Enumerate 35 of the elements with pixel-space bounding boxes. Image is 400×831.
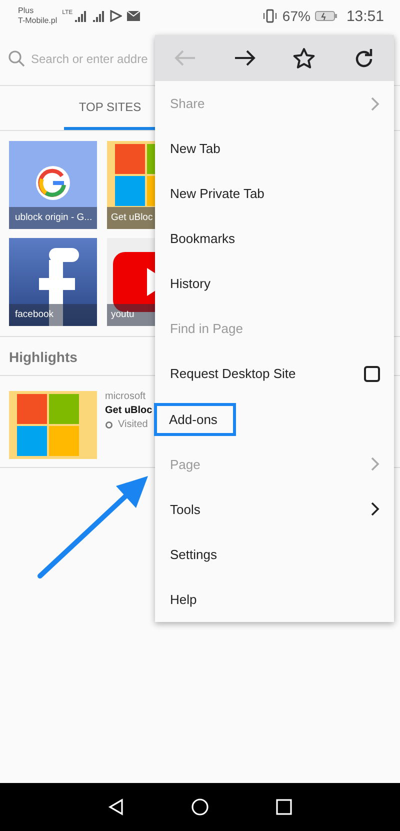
menu-item[interactable]: New Tab <box>170 141 220 156</box>
menu-item[interactable]: Bookmarks <box>170 231 236 246</box>
home-icon[interactable] <box>191 798 209 816</box>
search-icon <box>8 50 25 67</box>
checkbox[interactable] <box>364 366 380 382</box>
clock: 13:51 <box>346 8 384 24</box>
menu-item[interactable]: Request Desktop Site <box>170 366 296 382</box>
star-icon[interactable] <box>292 46 316 69</box>
signal-icon <box>92 10 105 22</box>
menu-item[interactable]: History <box>170 276 210 292</box>
back-icon[interactable] <box>108 798 124 816</box>
vibrate-icon <box>263 9 278 23</box>
menu-item[interactable]: Help <box>170 592 197 607</box>
menu-item[interactable]: Add-ons <box>154 402 236 436</box>
battery-icon <box>315 10 338 22</box>
battery-percent: 67% <box>282 8 310 24</box>
menu-item[interactable]: Settings <box>170 546 217 562</box>
play-icon <box>110 10 122 22</box>
tile-label[interactable]: facebook <box>9 304 97 326</box>
highlight-title[interactable]: Get uBloc <box>105 405 152 416</box>
menu-item[interactable]: New Private Tab <box>170 186 264 202</box>
mail-icon <box>126 10 140 22</box>
signal-icon <box>74 10 87 22</box>
tile-label[interactable]: youtu <box>107 304 155 326</box>
visited-icon <box>105 420 113 428</box>
carrier-name: T-Mobile.pl <box>18 16 58 26</box>
section-title: Highlights <box>8 348 78 367</box>
search-field[interactable]: Search or enter addre <box>31 52 151 66</box>
visited-label: Visited <box>118 419 148 430</box>
recents-icon[interactable] <box>276 799 292 815</box>
carrier-name: Plus <box>18 6 35 16</box>
menu-item[interactable]: Tools <box>170 502 200 517</box>
tile-label[interactable]: Get uBloc <box>107 207 155 229</box>
source-label: microsoft <box>105 391 147 402</box>
tile-label[interactable]: ublock origin - G... <box>9 207 97 229</box>
